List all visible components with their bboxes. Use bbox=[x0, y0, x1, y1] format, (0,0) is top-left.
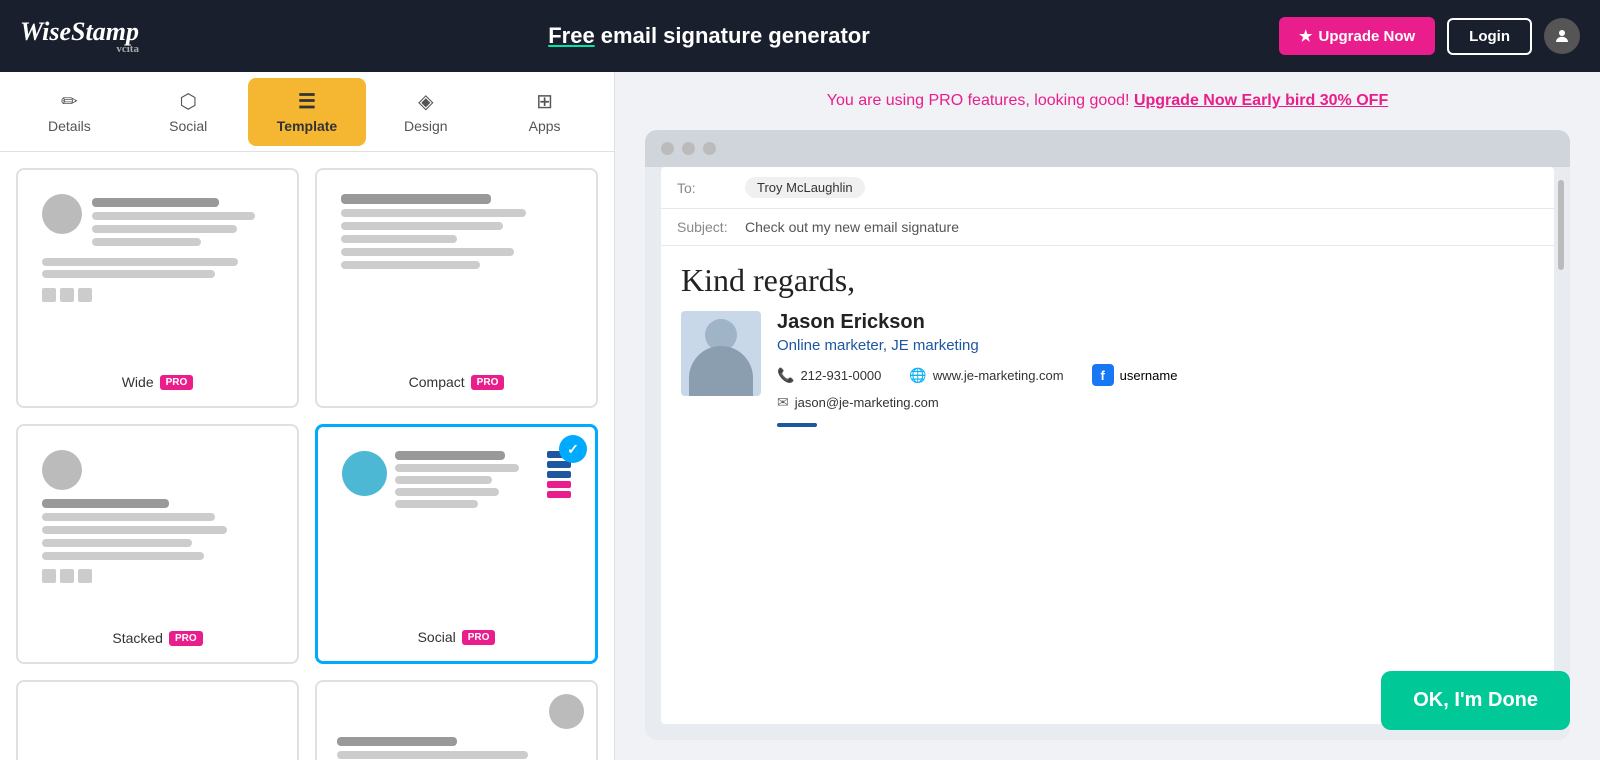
sig-phone: 📞 212-931-0000 bbox=[777, 367, 881, 384]
sig-name: Jason Erickson bbox=[777, 311, 1534, 334]
template-label-wide: Wide PRO bbox=[122, 374, 194, 390]
traffic-light-2 bbox=[682, 142, 695, 155]
template-card-stacked[interactable]: Stacked PRO bbox=[16, 424, 299, 664]
template-card-compact[interactable]: Compact PRO bbox=[315, 168, 598, 408]
header-actions: ★ Upgrade Now Login bbox=[1279, 17, 1580, 55]
pro-badge-stacked: PRO bbox=[169, 631, 203, 646]
globe-icon: 🌐 bbox=[909, 367, 926, 384]
sig-contact-row-2: ✉ jason@je-marketing.com bbox=[777, 394, 1534, 411]
scrollbar-track[interactable] bbox=[1558, 180, 1564, 720]
traffic-light-1 bbox=[661, 142, 674, 155]
apps-icon: ⊞ bbox=[536, 89, 553, 114]
email-toolbar bbox=[645, 130, 1570, 167]
pro-badge-compact: PRO bbox=[471, 375, 505, 390]
template-card-bottom-right[interactable] bbox=[315, 680, 598, 760]
left-panel: ✏ Details ⬡ Social ☰ Template ◈ Design ⊞… bbox=[0, 72, 615, 760]
sig-website: 🌐 www.je-marketing.com bbox=[909, 367, 1063, 384]
user-avatar[interactable] bbox=[1544, 18, 1580, 54]
ok-done-button[interactable]: OK, I'm Done bbox=[1381, 671, 1570, 730]
scrollbar-thumb[interactable] bbox=[1558, 180, 1564, 270]
header-title: Free email signature generator bbox=[548, 23, 870, 48]
template-label-stacked: Stacked PRO bbox=[112, 630, 202, 646]
star-icon: ★ bbox=[1299, 27, 1312, 45]
mock-avatar-br bbox=[549, 694, 584, 729]
sig-email: ✉ jason@je-marketing.com bbox=[777, 394, 939, 411]
greeting-handwriting: Kind regards, bbox=[681, 262, 1534, 299]
sig-title: Online marketer, JE marketing bbox=[777, 337, 1534, 354]
header: WiseStamp vcita Free email signature gen… bbox=[0, 0, 1600, 72]
tab-design[interactable]: ◈ Design bbox=[366, 78, 485, 146]
mock-avatar-stacked bbox=[42, 450, 82, 490]
promo-upgrade-link[interactable]: Upgrade Now Early bird 30% OFF bbox=[1134, 92, 1388, 109]
email-content: Kind regards, Jason Erickson Online mark… bbox=[661, 246, 1554, 443]
mock-social-dots bbox=[42, 288, 273, 302]
sig-contact-row-1: 📞 212-931-0000 🌐 www.je-marketing.com f bbox=[777, 364, 1534, 386]
email-body: To: Troy McLaughlin Subject: Check out m… bbox=[661, 167, 1554, 724]
template-grid: Wide PRO Compact bbox=[0, 152, 614, 760]
email-to-field: To: Troy McLaughlin bbox=[661, 167, 1554, 209]
mock-avatar bbox=[42, 194, 82, 234]
email-icon: ✉ bbox=[777, 394, 789, 411]
header-title-underline: Free bbox=[548, 23, 594, 48]
template-label-compact: Compact PRO bbox=[409, 374, 505, 390]
tab-social[interactable]: ⬡ Social bbox=[129, 78, 248, 146]
tab-social-label: Social bbox=[169, 118, 207, 134]
logo-sub: vcita bbox=[20, 43, 139, 55]
pro-badge-wide: PRO bbox=[160, 375, 194, 390]
template-preview-social bbox=[334, 443, 579, 621]
nav-tabs: ✏ Details ⬡ Social ☰ Template ◈ Design ⊞… bbox=[0, 72, 614, 152]
main-layout: ✏ Details ⬡ Social ☰ Template ◈ Design ⊞… bbox=[0, 72, 1600, 760]
tab-details-label: Details bbox=[48, 118, 91, 134]
share-icon: ⬡ bbox=[179, 89, 196, 114]
pencil-icon: ✏ bbox=[61, 89, 78, 114]
header-center: Free email signature generator bbox=[139, 23, 1279, 49]
right-panel: You are using PRO features, looking good… bbox=[615, 72, 1600, 760]
template-card-wide[interactable]: Wide PRO bbox=[16, 168, 299, 408]
tab-template[interactable]: ☰ Template bbox=[248, 78, 367, 146]
email-subject-field: Subject: Check out my new email signatur… bbox=[661, 209, 1554, 246]
pro-badge-social: PRO bbox=[462, 630, 496, 645]
signature-content: Jason Erickson Online marketer, JE marke… bbox=[681, 311, 1534, 427]
sig-decoration bbox=[777, 423, 1534, 427]
mock-avatar-social bbox=[342, 451, 387, 496]
to-recipient: Troy McLaughlin bbox=[745, 177, 865, 198]
template-card-social[interactable]: ✓ bbox=[315, 424, 598, 664]
traffic-light-3 bbox=[703, 142, 716, 155]
sig-details: Jason Erickson Online marketer, JE marke… bbox=[777, 311, 1534, 427]
tab-template-label: Template bbox=[277, 118, 337, 134]
selected-check-icon: ✓ bbox=[559, 435, 587, 463]
design-icon: ◈ bbox=[418, 89, 433, 114]
tab-apps[interactable]: ⊞ Apps bbox=[485, 78, 604, 146]
template-icon: ☰ bbox=[298, 89, 316, 114]
template-label-social: Social PRO bbox=[418, 629, 496, 645]
subject-label: Subject: bbox=[677, 219, 737, 235]
template-preview-compact bbox=[333, 186, 580, 366]
facebook-icon: f bbox=[1092, 364, 1114, 386]
template-card-bottom-left[interactable]: Early Bird 30% OFF ▲ bbox=[16, 680, 299, 760]
template-preview-stacked bbox=[34, 442, 281, 622]
email-preview: To: Troy McLaughlin Subject: Check out m… bbox=[645, 130, 1570, 740]
logo: WiseStamp vcita bbox=[20, 17, 139, 55]
tab-design-label: Design bbox=[404, 118, 448, 134]
subject-text: Check out my new email signature bbox=[745, 219, 959, 235]
phone-icon: 📞 bbox=[777, 367, 794, 384]
sig-facebook: f username bbox=[1092, 364, 1178, 386]
tab-details[interactable]: ✏ Details bbox=[10, 78, 129, 146]
upgrade-now-button[interactable]: ★ Upgrade Now bbox=[1279, 17, 1435, 55]
tab-apps-label: Apps bbox=[529, 118, 561, 134]
sig-photo bbox=[681, 311, 761, 396]
to-label: To: bbox=[677, 180, 737, 196]
sig-contact: 📞 212-931-0000 🌐 www.je-marketing.com f bbox=[777, 364, 1534, 427]
promo-bar: You are using PRO features, looking good… bbox=[645, 92, 1570, 110]
login-button[interactable]: Login bbox=[1447, 18, 1532, 55]
template-preview-wide bbox=[34, 186, 281, 366]
